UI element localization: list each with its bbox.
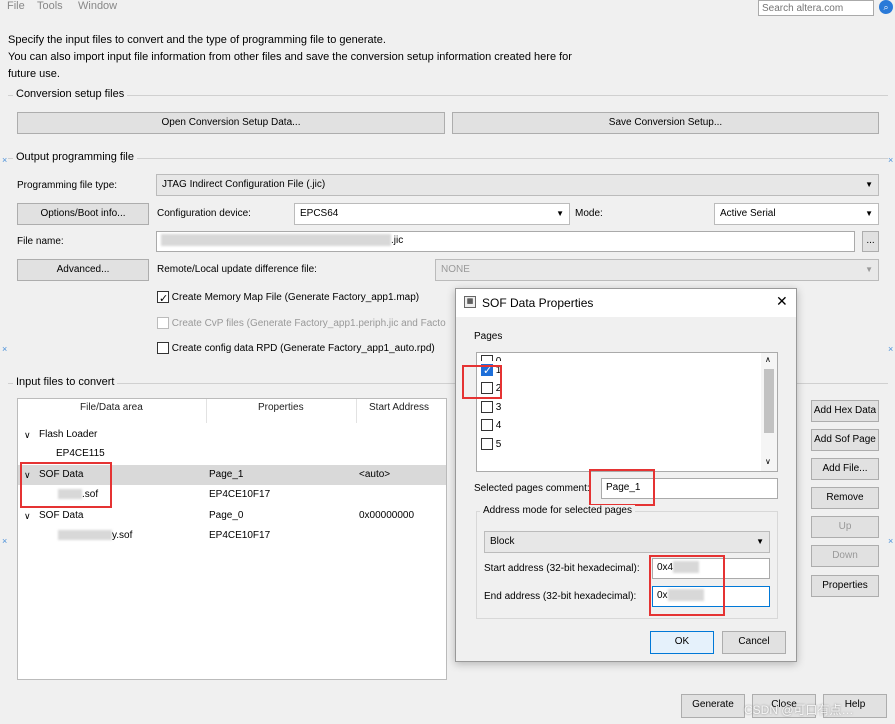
column-divider: [206, 399, 207, 423]
resize-marker: ×: [888, 536, 894, 546]
chevron-down-icon: ▼: [756, 537, 764, 546]
resize-marker: ×: [888, 155, 894, 165]
table-row[interactable]: y.sof EP4CE10F17: [18, 526, 446, 546]
cancel-button[interactable]: Cancel: [722, 631, 786, 654]
page-checkbox[interactable]: [481, 438, 493, 451]
dialog-title-bar: ▦ SOF Data Properties ✕: [456, 289, 796, 317]
browse-button[interactable]: ...: [862, 231, 879, 252]
file-name-field[interactable]: .jic: [156, 231, 855, 252]
address-mode-label: Address mode for selected pages: [480, 505, 635, 516]
redacted-text: [58, 530, 112, 541]
scrollbar[interactable]: ∧ ∨: [761, 353, 777, 471]
resize-marker: ×: [2, 536, 8, 546]
chevron-up-icon[interactable]: ∧: [765, 355, 771, 364]
create-cvp-checkbox[interactable]: [157, 317, 169, 330]
options-boot-info-button[interactable]: Options/Boot info...: [17, 203, 149, 225]
conversion-group: [8, 95, 888, 96]
app-icon: ▦: [464, 296, 476, 308]
page-checkbox[interactable]: [481, 355, 493, 361]
chevron-down-icon: ▼: [865, 180, 873, 189]
properties-button[interactable]: Properties: [811, 575, 879, 597]
page-checkbox[interactable]: [481, 419, 493, 432]
pages-label: Pages: [474, 331, 503, 342]
output-group-title: Output programming file: [13, 151, 137, 163]
mode-select[interactable]: Active Serial ▼: [714, 203, 879, 225]
column-header-properties[interactable]: Properties: [258, 402, 304, 413]
redacted-text: [161, 234, 391, 247]
programming-file-type-label: Programming file type:: [17, 180, 118, 191]
chevron-down-icon[interactable]: ∨: [24, 425, 31, 445]
pages-list[interactable]: 0 1 2 3 4 5 ∧ ∨: [476, 352, 778, 472]
scroll-thumb[interactable]: [764, 369, 774, 433]
page-item[interactable]: 4: [481, 417, 501, 435]
resize-marker: ×: [2, 344, 8, 354]
down-button[interactable]: Down: [811, 545, 879, 567]
file-name-label: File name:: [17, 236, 64, 247]
menu-bar: File Tools Window ⌕: [0, 0, 895, 16]
resize-marker: ×: [2, 155, 8, 165]
create-rpd-checkbox[interactable]: [157, 342, 169, 355]
menu-file[interactable]: File: [7, 0, 25, 12]
conversion-group-title: Conversion setup files: [13, 88, 128, 100]
create-map-option[interactable]: Create Memory Map File (Generate Factory…: [157, 288, 419, 309]
column-header-file[interactable]: File/Data area: [80, 402, 143, 413]
start-address-label: Start address (32-bit hexadecimal):: [484, 563, 640, 574]
table-row[interactable]: ∨ SOF Data Page_0 0x00000000: [18, 506, 446, 526]
add-hex-data-button[interactable]: Add Hex Data: [811, 400, 879, 422]
end-address-label: End address (32-bit hexadecimal):: [484, 591, 637, 602]
remove-button[interactable]: Remove: [811, 487, 879, 509]
ok-button[interactable]: OK: [650, 631, 714, 654]
menu-window[interactable]: Window: [78, 0, 117, 12]
chevron-down-icon[interactable]: ∨: [24, 506, 31, 526]
add-file-button[interactable]: Add File...: [811, 458, 879, 480]
configuration-device-select[interactable]: EPCS64 ▼: [294, 203, 570, 225]
save-conversion-setup-button[interactable]: Save Conversion Setup...: [452, 112, 879, 134]
page-checkbox[interactable]: [481, 401, 493, 414]
highlight-box: [20, 462, 112, 508]
search-input[interactable]: [758, 0, 874, 16]
sof-data-properties-dialog: ▦ SOF Data Properties ✕ Pages 0 1 2 3 4 …: [455, 288, 797, 662]
configuration-device-label: Configuration device:: [157, 208, 251, 219]
advanced-button[interactable]: Advanced...: [17, 259, 149, 281]
remote-local-select[interactable]: NONE ▼: [435, 259, 879, 281]
page-item[interactable]: 5: [481, 436, 501, 454]
close-icon[interactable]: ✕: [776, 293, 788, 310]
programming-file-type-select[interactable]: JTAG Indirect Configuration File (.jic) ▼: [156, 174, 879, 196]
column-header-start-address[interactable]: Start Address: [369, 402, 429, 413]
output-group: [8, 158, 888, 159]
address-mode-select[interactable]: Block ▼: [484, 531, 770, 553]
table-row[interactable]: EP4CE115: [18, 444, 446, 464]
menu-tools[interactable]: Tools: [37, 0, 63, 12]
mode-label: Mode:: [575, 208, 603, 219]
watermark: CSDN @可口有点…: [744, 703, 854, 717]
input-group-title: Input files to convert: [13, 376, 118, 388]
up-button[interactable]: Up: [811, 516, 879, 538]
comment-label: Selected pages comment:: [474, 483, 590, 494]
dialog-title: SOF Data Properties: [482, 296, 594, 310]
highlight-box: [649, 555, 725, 616]
create-cvp-option[interactable]: Create CvP files (Generate Factory_app1.…: [157, 314, 457, 334]
create-map-checkbox[interactable]: [157, 289, 169, 309]
create-rpd-option[interactable]: Create config data RPD (Generate Factory…: [157, 339, 435, 359]
add-sof-page-button[interactable]: Add Sof Page: [811, 429, 879, 451]
intro-text: Specify the input files to convert and t…: [8, 34, 572, 80]
chevron-down-icon: ▼: [865, 209, 873, 218]
input-files-table[interactable]: File/Data area Properties Start Address …: [17, 398, 447, 680]
open-conversion-setup-button[interactable]: Open Conversion Setup Data...: [17, 112, 445, 134]
remote-local-label: Remote/Local update difference file:: [157, 264, 317, 275]
table-row[interactable]: ∨ Flash Loader: [18, 425, 446, 445]
chevron-down-icon[interactable]: ∨: [765, 457, 771, 466]
resize-marker: ×: [888, 344, 894, 354]
page-item[interactable]: 0: [481, 353, 501, 361]
search-icon[interactable]: ⌕: [879, 0, 893, 14]
highlight-box: [589, 469, 655, 506]
highlight-box: [462, 365, 502, 399]
chevron-down-icon: ▼: [865, 265, 873, 274]
generate-button[interactable]: Generate: [681, 694, 745, 718]
chevron-down-icon: ▼: [556, 209, 564, 218]
page-item[interactable]: 3: [481, 399, 501, 417]
column-divider: [356, 399, 357, 423]
